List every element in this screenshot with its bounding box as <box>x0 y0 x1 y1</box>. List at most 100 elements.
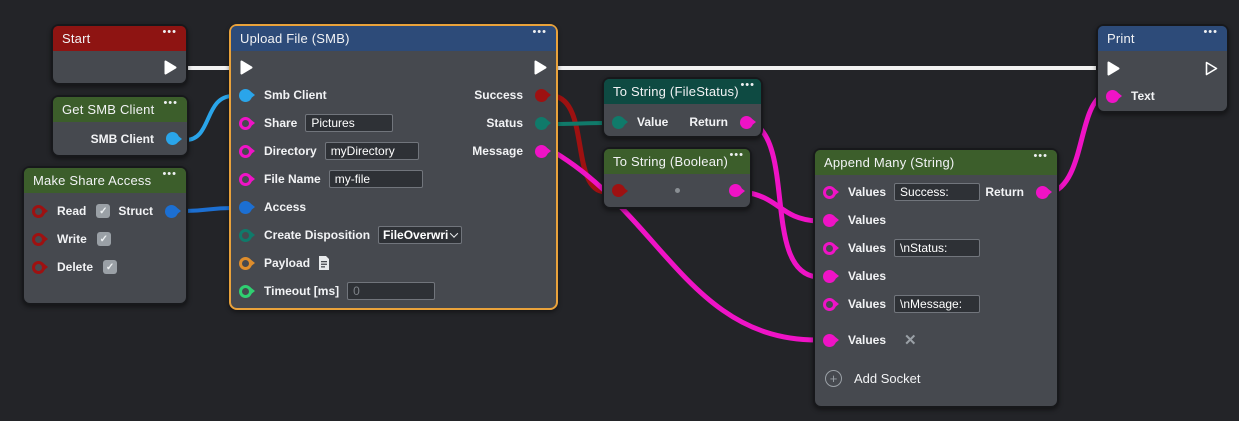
node-append-many-header[interactable]: Append Many (String) ••• <box>815 150 1057 175</box>
input-port-payload[interactable] <box>239 257 252 270</box>
check-icon: ✓ <box>100 234 108 245</box>
port-label: Read <box>57 204 86 218</box>
node-get-smb-client-body: SMB Client <box>53 122 187 155</box>
node-menu-icon[interactable]: ••• <box>162 28 177 36</box>
exec-in-port[interactable] <box>239 59 254 76</box>
exec-out-port[interactable] <box>533 59 548 76</box>
node-to-string-filestatus-body: Value Return <box>604 104 761 136</box>
checkbox-read[interactable]: ✓ <box>96 204 110 218</box>
node-menu-icon[interactable]: ••• <box>532 28 547 36</box>
output-port-return[interactable] <box>1036 186 1049 199</box>
timeout-input[interactable] <box>347 282 435 300</box>
input-port-value[interactable] <box>612 184 625 197</box>
port-label: File Name <box>264 172 321 186</box>
port-label: Success <box>474 88 523 102</box>
add-socket-label: Add Socket <box>854 371 921 386</box>
input-port-values-1[interactable] <box>823 186 836 199</box>
node-start-header[interactable]: Start ••• <box>53 26 186 51</box>
wire-smbclient-to-upload[interactable] <box>186 96 233 140</box>
input-port-values-3[interactable] <box>823 242 836 255</box>
node-upload-file-smb[interactable]: Upload File (SMB) ••• Smb Client Success… <box>229 24 558 310</box>
node-menu-icon[interactable]: ••• <box>162 170 177 178</box>
node-make-share-access-body: Read ✓ Struct Write ✓ Delete ✓ <box>24 193 186 281</box>
input-port-values-5[interactable] <box>823 298 836 311</box>
node-menu-icon[interactable]: ••• <box>163 99 178 107</box>
output-port-success[interactable] <box>535 89 548 102</box>
directory-input[interactable] <box>325 142 419 160</box>
input-port-values-2[interactable] <box>823 214 836 227</box>
port-label: Values <box>848 297 886 311</box>
output-port-status[interactable] <box>535 117 548 130</box>
values-3-input[interactable] <box>894 239 980 257</box>
file-name-input[interactable] <box>329 170 423 188</box>
node-to-string-boolean[interactable]: To String (Boolean) ••• <box>602 147 752 209</box>
port-label: Timeout [ms] <box>264 284 339 298</box>
remove-socket-icon[interactable]: ✕ <box>904 333 917 348</box>
output-port-struct[interactable] <box>165 205 178 218</box>
input-port-access[interactable] <box>239 201 252 214</box>
add-socket-button[interactable]: + Add Socket <box>815 364 1057 392</box>
input-port-timeout[interactable] <box>239 285 252 298</box>
input-port-value[interactable] <box>612 116 625 129</box>
input-port-delete[interactable] <box>32 261 45 274</box>
values-5-input[interactable] <box>894 295 980 313</box>
output-port-message[interactable] <box>535 145 548 158</box>
share-input[interactable] <box>305 114 393 132</box>
input-port-values-4[interactable] <box>823 270 836 283</box>
node-append-many-string[interactable]: Append Many (String) ••• Values Return V… <box>813 148 1059 408</box>
port-label: Message <box>472 144 523 158</box>
port-label: Text <box>1131 89 1155 103</box>
node-to-string-filestatus-header[interactable]: To String (FileStatus) ••• <box>604 79 761 104</box>
wire-struct-to-access[interactable] <box>185 208 233 211</box>
output-port-smb-client[interactable] <box>166 132 179 145</box>
input-port-read[interactable] <box>32 205 45 218</box>
wire-success-to-boolean[interactable] <box>554 96 605 192</box>
node-to-string-filestatus[interactable]: To String (FileStatus) ••• Value Return <box>602 77 763 138</box>
input-port-file-name[interactable] <box>239 173 252 186</box>
exec-out-port[interactable] <box>163 59 178 76</box>
node-editor-canvas[interactable]: { "icons": { "menu": "•••", "close": "✕"… <box>0 0 1239 421</box>
node-print-header[interactable]: Print ••• <box>1098 26 1227 51</box>
node-make-share-access[interactable]: Make Share Access ••• Read ✓ Struct Writ… <box>22 166 188 305</box>
input-port-directory[interactable] <box>239 145 252 158</box>
port-label: Status <box>486 116 523 130</box>
node-get-smb-client-header[interactable]: Get SMB Client ••• <box>53 97 187 122</box>
input-port-smb-client[interactable] <box>239 89 252 102</box>
wire-status-to-filestatus[interactable] <box>554 123 605 124</box>
check-icon: ✓ <box>106 262 114 273</box>
node-title: Make Share Access <box>33 173 151 188</box>
chevron-down-icon <box>450 229 458 237</box>
node-menu-icon[interactable]: ••• <box>729 151 744 159</box>
node-get-smb-client[interactable]: Get SMB Client ••• SMB Client <box>51 95 189 157</box>
checkbox-write[interactable]: ✓ <box>97 232 111 246</box>
node-title: Print <box>1107 31 1135 46</box>
node-to-string-boolean-header[interactable]: To String (Boolean) ••• <box>604 149 750 174</box>
node-make-share-access-header[interactable]: Make Share Access ••• <box>24 168 186 193</box>
port-label: Values <box>848 333 886 347</box>
create-disposition-select[interactable]: FileOverwri <box>378 226 462 244</box>
port-label: Write <box>57 232 87 246</box>
exec-in-port[interactable] <box>1106 60 1121 77</box>
node-upload-file-header[interactable]: Upload File (SMB) ••• <box>231 26 556 51</box>
node-start[interactable]: Start ••• <box>51 24 188 85</box>
input-port-create-disposition[interactable] <box>239 229 252 242</box>
wire-filestatus-return-to-append[interactable] <box>753 123 817 277</box>
input-port-values-6[interactable] <box>823 334 836 347</box>
checkbox-delete[interactable]: ✓ <box>103 260 117 274</box>
input-port-share[interactable] <box>239 117 252 130</box>
input-port-text[interactable] <box>1106 90 1119 103</box>
values-1-input[interactable] <box>894 183 980 201</box>
node-menu-icon[interactable]: ••• <box>740 81 755 89</box>
output-port-return[interactable] <box>740 116 753 129</box>
port-label: Value <box>637 115 668 129</box>
node-start-body <box>53 51 186 83</box>
node-upload-file-body: Smb Client Success Share Status Director… <box>231 51 556 305</box>
input-port-write[interactable] <box>32 233 45 246</box>
document-icon[interactable] <box>318 256 330 270</box>
add-icon: + <box>825 370 842 387</box>
output-port-return[interactable] <box>729 184 742 197</box>
node-menu-icon[interactable]: ••• <box>1033 152 1048 160</box>
node-menu-icon[interactable]: ••• <box>1203 28 1218 36</box>
exec-out-port[interactable] <box>1204 60 1219 77</box>
node-print[interactable]: Print ••• Text <box>1096 24 1229 113</box>
